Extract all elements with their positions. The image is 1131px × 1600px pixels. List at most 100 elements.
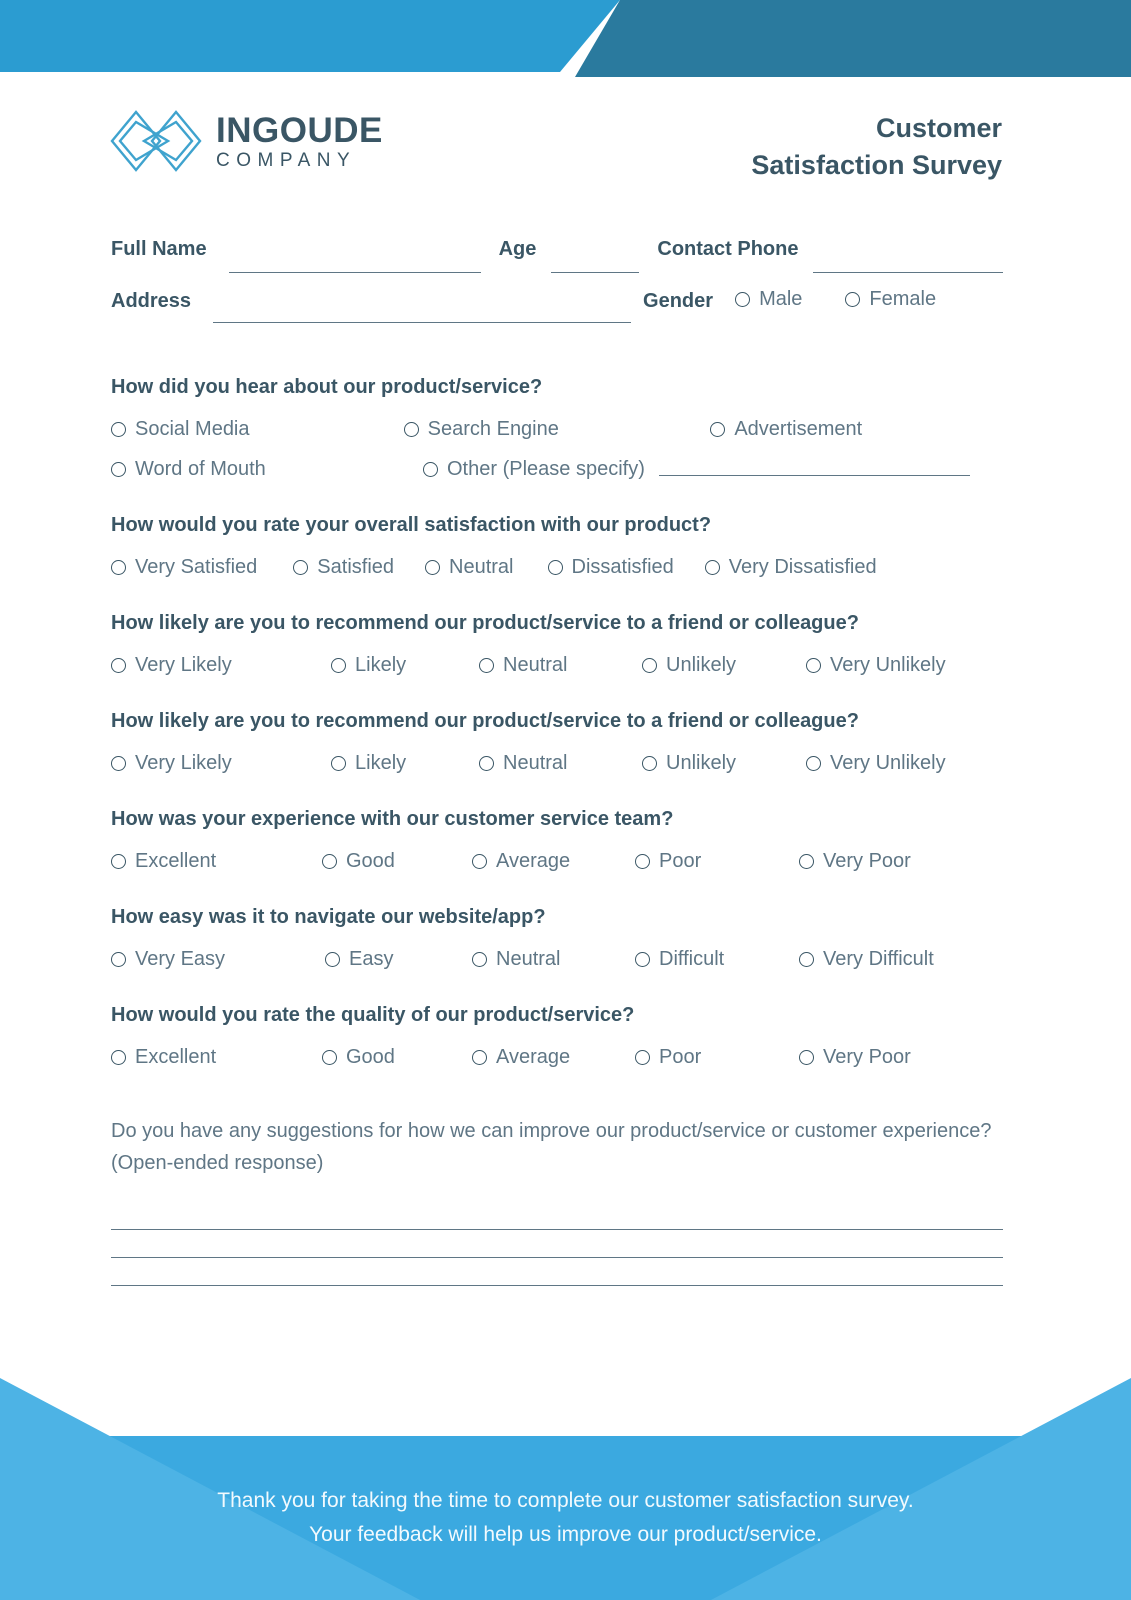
option-other[interactable]: Other (Please specify) [423, 458, 645, 481]
option-very-likely[interactable]: Very Likely [111, 654, 331, 677]
option-very-difficult[interactable]: Very Difficult [799, 948, 934, 971]
option-label: Likely [355, 752, 407, 774]
radio-icon[interactable] [331, 756, 346, 771]
radio-icon[interactable] [642, 756, 657, 771]
gender-option-female[interactable]: Female [845, 288, 936, 311]
option-very-likely[interactable]: Very Likely [111, 752, 331, 775]
option-neutral[interactable]: Neutral [479, 752, 642, 775]
radio-icon[interactable] [635, 952, 650, 967]
radio-icon[interactable] [704, 560, 720, 575]
answer-line-2[interactable] [111, 1230, 1003, 1258]
question-title: How likely are you to recommend our prod… [111, 710, 859, 732]
option-very-easy[interactable]: Very Easy [111, 948, 325, 971]
contact-phone-input[interactable] [812, 272, 1003, 273]
full-name-input[interactable] [228, 272, 481, 273]
radio-icon[interactable] [322, 854, 337, 869]
option-very-poor[interactable]: Very Poor [799, 850, 911, 873]
option-search-engine[interactable]: Search Engine [403, 418, 697, 441]
radio-icon[interactable] [111, 952, 126, 967]
option-label: Social Media [135, 418, 250, 440]
question-options-row: Very Likely Likely Neutral Unlikely Very… [111, 752, 1003, 775]
question-title: How easy was it to navigate our website/… [111, 906, 546, 928]
option-label: Unlikely [666, 654, 737, 676]
option-unlikely[interactable]: Unlikely [642, 654, 806, 677]
option-neutral[interactable]: Neutral [425, 556, 514, 579]
radio-icon[interactable] [293, 560, 309, 575]
answer-line-3[interactable] [111, 1258, 1003, 1286]
radio-icon[interactable] [799, 854, 814, 869]
option-social-media[interactable]: Social Media [111, 418, 404, 441]
radio-icon[interactable] [806, 658, 821, 673]
option-good[interactable]: Good [322, 850, 472, 873]
radio-icon[interactable] [111, 462, 126, 477]
option-easy[interactable]: Easy [325, 948, 472, 971]
option-very-satisfied[interactable]: Very Satisfied [111, 556, 257, 579]
radio-icon[interactable] [111, 658, 126, 673]
radio-icon[interactable] [635, 1050, 650, 1065]
option-unlikely[interactable]: Unlikely [642, 752, 806, 775]
option-excellent[interactable]: Excellent [111, 850, 322, 873]
answer-line-1[interactable] [111, 1202, 1003, 1230]
radio-icon[interactable] [479, 658, 494, 673]
radio-icon[interactable] [322, 1050, 337, 1065]
radio-icon[interactable] [403, 422, 419, 437]
radio-icon[interactable] [331, 658, 346, 673]
option-average[interactable]: Average [472, 1046, 635, 1069]
radio-icon[interactable] [472, 952, 487, 967]
radio-icon[interactable] [472, 1050, 487, 1065]
question-block-3: How likely are you to recommend our prod… [111, 710, 1003, 775]
radio-icon[interactable] [710, 422, 726, 437]
radio-icon[interactable] [111, 560, 126, 575]
option-neutral[interactable]: Neutral [479, 654, 642, 677]
option-label: Neutral [496, 948, 561, 970]
option-label: Neutral [503, 752, 568, 774]
gender-option-male[interactable]: Male [735, 288, 802, 311]
option-likely[interactable]: Likely [331, 752, 479, 775]
logo-wordmark: INGOUDE COMPANY [216, 113, 383, 170]
radio-icon[interactable] [325, 952, 340, 967]
option-very-unlikely[interactable]: Very Unlikely [806, 654, 946, 677]
option-word-of-mouth[interactable]: Word of Mouth [111, 458, 423, 481]
radio-icon[interactable] [472, 854, 487, 869]
radio-icon[interactable] [479, 756, 494, 771]
option-difficult[interactable]: Difficult [635, 948, 799, 971]
brand-row: INGOUDE COMPANY Customer Satisfaction Su… [0, 100, 1131, 200]
option-good[interactable]: Good [322, 1046, 472, 1069]
radio-icon[interactable] [635, 854, 650, 869]
radio-icon[interactable] [111, 756, 126, 771]
option-poor[interactable]: Poor [635, 1046, 799, 1069]
radio-icon[interactable] [547, 560, 563, 575]
footer-message: Thank you for taking the time to complet… [0, 1484, 1131, 1552]
option-poor[interactable]: Poor [635, 850, 799, 873]
option-advertisement[interactable]: Advertisement [710, 418, 1003, 441]
option-label: Very Difficult [823, 948, 934, 970]
radio-icon[interactable] [642, 658, 657, 673]
radio-icon[interactable] [845, 292, 861, 307]
option-excellent[interactable]: Excellent [111, 1046, 322, 1069]
option-dissatisfied[interactable]: Dissatisfied [547, 556, 674, 579]
option-label: Poor [659, 1046, 702, 1068]
question-options-row: Very Likely Likely Neutral Unlikely Very… [111, 654, 1003, 677]
radio-icon[interactable] [425, 560, 441, 575]
radio-icon[interactable] [799, 952, 814, 967]
radio-icon[interactable] [423, 462, 438, 477]
option-very-unlikely[interactable]: Very Unlikely [806, 752, 946, 775]
option-very-dissatisfied[interactable]: Very Dissatisfied [704, 556, 877, 579]
option-other-input[interactable] [658, 475, 970, 476]
radio-icon[interactable] [111, 854, 126, 869]
radio-icon[interactable] [735, 292, 751, 307]
option-average[interactable]: Average [472, 850, 635, 873]
option-neutral[interactable]: Neutral [472, 948, 635, 971]
radio-icon[interactable] [806, 756, 821, 771]
option-label: Very Poor [823, 1046, 911, 1068]
option-label: Advertisement [734, 418, 863, 440]
address-input[interactable] [213, 322, 632, 323]
radio-icon[interactable] [111, 422, 126, 437]
option-very-poor[interactable]: Very Poor [799, 1046, 911, 1069]
option-likely[interactable]: Likely [331, 654, 479, 677]
age-input[interactable] [551, 272, 640, 273]
option-satisfied[interactable]: Satisfied [293, 556, 394, 579]
contact-phone-label: Contact Phone [657, 238, 799, 260]
radio-icon[interactable] [799, 1050, 814, 1065]
radio-icon[interactable] [111, 1050, 126, 1065]
